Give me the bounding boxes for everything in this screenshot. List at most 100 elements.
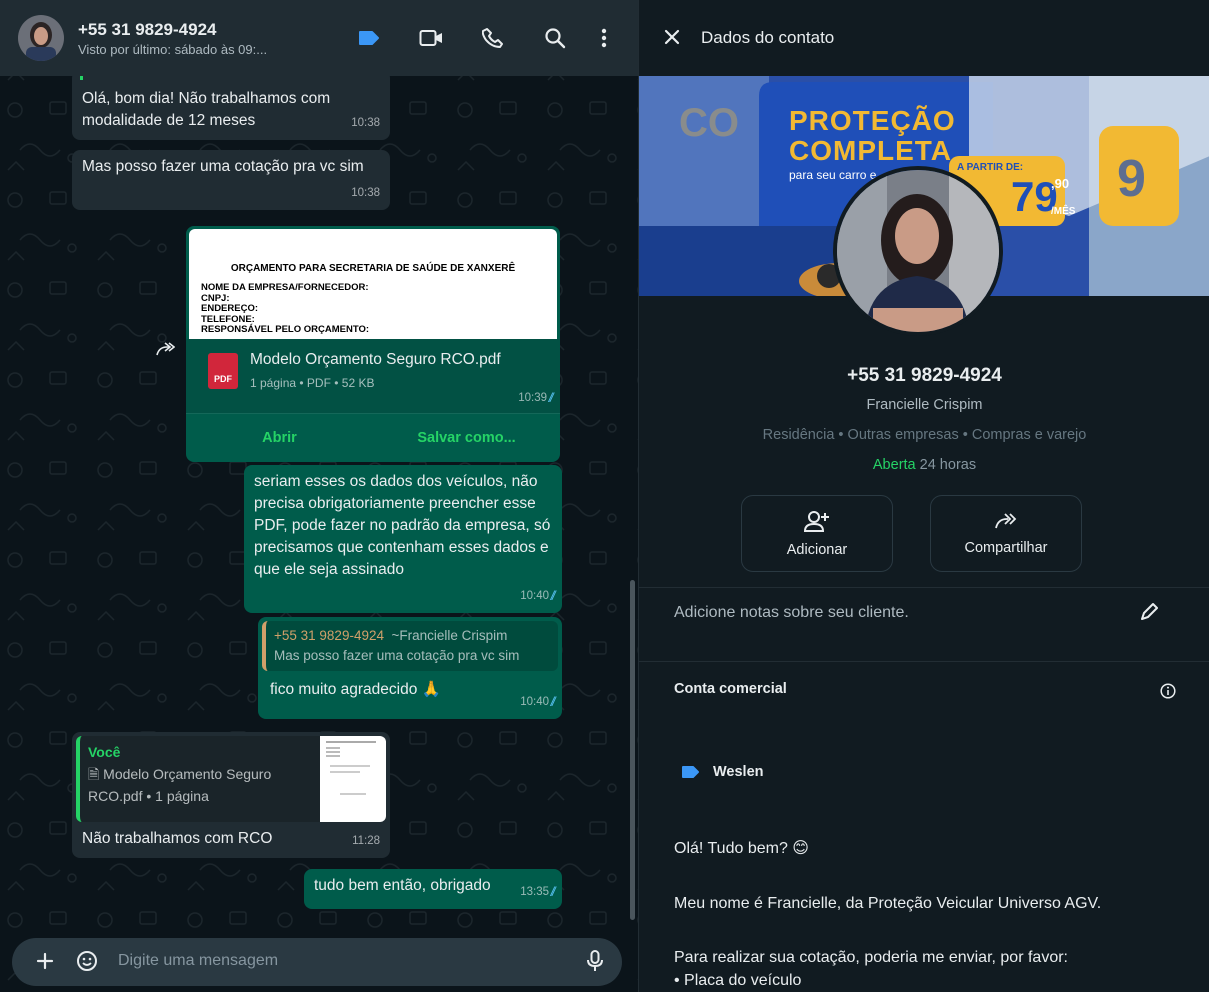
sticker-icon[interactable] [66, 940, 108, 982]
message-input[interactable]: Digite uma mensagem [114, 939, 568, 983]
open-document-button[interactable]: Abrir [186, 414, 373, 462]
document-meta: 1 página • PDF • 52 KB [250, 376, 375, 390]
business-account-label: Conta comercial [674, 681, 787, 697]
contact-phone: +55 31 9829-4924 [847, 365, 1002, 386]
message-bubble-outgoing[interactable]: tudo bem então, obrigado 13:35// [304, 869, 562, 909]
attach-plus-icon[interactable] [24, 940, 66, 982]
open-status: Aberta [872, 457, 916, 473]
message-time-wrap: 13:35// [520, 881, 557, 903]
quote-author: +55 31 9829-4924 [274, 628, 384, 643]
message-text: Mas posso fazer uma cotação pra vc sim [82, 158, 364, 175]
banner-subtitle: para seu carro e [789, 168, 877, 182]
document-info[interactable]: PDF Modelo Orçamento Seguro RCO.pdf 1 pá… [186, 339, 560, 413]
add-contact-label: Adicionar [786, 541, 848, 558]
message-text: Olá, bom dia! Não trabalhamos com modali… [82, 90, 331, 129]
hours-text: 24 horas [915, 457, 977, 473]
about-bullet: • Placa do veículo [674, 972, 802, 989]
document-name: Modelo Orçamento Seguro RCO.pdf [250, 351, 501, 368]
video-call-icon[interactable] [400, 18, 462, 58]
quote-document-thumbnail [320, 736, 386, 822]
document-actions: Abrir Salvar como... [186, 413, 560, 462]
message-time: 10:38 [351, 117, 380, 129]
message-time: 10:40 [520, 696, 549, 708]
message-bubble-outgoing[interactable]: +55 31 9829-4924 ~Francielle Crispim Mas… [258, 617, 562, 719]
notes-field[interactable]: Adicione notas sobre seu cliente. [674, 604, 909, 622]
message-time-wrap: 10:40// [520, 585, 557, 607]
document-message[interactable]: ORÇAMENTO PARA SECRETARIA DE SAÚDE DE XA… [186, 226, 560, 462]
preview-line: NOME DA EMPRESA/FORNECEDOR: [201, 282, 369, 293]
pdf-file-icon: PDF [208, 353, 238, 389]
voice-call-icon[interactable] [462, 18, 524, 58]
message-bubble-outgoing[interactable]: seriam esses os dados dos veículos, não … [244, 465, 562, 613]
message-time: 10:38 [351, 187, 380, 199]
about-request: Para realizar sua cotação, poderia me en… [674, 949, 1068, 966]
banner-badge-top: A PARTIR DE: [957, 162, 1024, 173]
message-bubble-incoming[interactable]: Você 🗎 Modelo Orçamento Seguro RCO.pdf •… [72, 732, 390, 858]
share-contact-label: Compartilhar [964, 539, 1048, 556]
message-text: fico muito agradecido 🙏 [270, 681, 441, 698]
about-intro: Meu nome é Francielle, da Proteção Veicu… [674, 895, 1102, 912]
svg-text:CO: CO [679, 101, 739, 145]
message-text: tudo bem então, obrigado [314, 877, 491, 894]
contact-label-tag[interactable]: Weslen [681, 764, 764, 780]
message-bubble-incoming[interactable]: Mas posso fazer uma cotação pra vc sim 1… [72, 150, 390, 210]
edit-pencil-icon[interactable] [1139, 602, 1159, 627]
message-time: 10:40 [520, 590, 549, 602]
menu-icon[interactable] [586, 18, 622, 58]
panel-header: Dados do contato [639, 0, 1209, 76]
chat-header: +55 31 9829-4924 Visto por último: sábad… [0, 0, 638, 76]
quoted-message[interactable]: Você 🗎 Modelo Orçamento Seguro RCO.pdf •… [76, 736, 386, 822]
message-bubble-incoming[interactable]: Olá, bom dia! Não trabalhamos com modali… [72, 70, 390, 140]
contact-real-name: Francielle Crispim [866, 397, 983, 413]
scrollbar-thumb[interactable] [630, 580, 635, 920]
contact-info[interactable]: +55 31 9829-4924 Visto por último: sábad… [78, 20, 338, 57]
share-icon [995, 512, 1017, 528]
message-time: 10:39 [518, 391, 547, 404]
business-hours[interactable]: Aberta 24 horas [639, 457, 1209, 473]
document-preview[interactable]: ORÇAMENTO PARA SECRETARIA DE SAÚDE DE XA… [189, 229, 557, 339]
divider [639, 661, 1209, 662]
label-name: Weslen [713, 764, 764, 780]
document-small-icon: 🗎 [88, 766, 104, 782]
profile-photo[interactable] [833, 166, 1003, 336]
message-time: 13:35 [520, 886, 549, 898]
save-as-button[interactable]: Salvar como... [373, 414, 560, 462]
contact-avatar[interactable] [18, 15, 64, 61]
quote-text: Mas posso fazer uma cotação pra vc sim [274, 648, 520, 663]
search-icon[interactable] [524, 18, 586, 58]
share-contact-button[interactable]: Compartilhar [930, 495, 1082, 572]
message-text: seriam esses os dados dos veículos, não … [254, 473, 551, 578]
preview-line: RESPONSÁVEL PELO ORÇAMENTO: [201, 324, 370, 335]
forward-icon[interactable] [148, 332, 182, 366]
add-user-icon [804, 510, 829, 532]
close-icon[interactable] [663, 28, 683, 48]
last-seen: Visto por último: sábado às 09:... [78, 41, 268, 57]
message-time-wrap: 10:39// [518, 390, 555, 405]
business-categories: Residência • Outras empresas • Compras e… [762, 427, 1087, 443]
svg-text:9: 9 [1117, 150, 1146, 208]
preview-lines: NOME DA EMPRESA/FORNECEDOR: CNPJ: ENDERE… [201, 282, 370, 336]
message-text: Não trabalhamos com RCO [82, 830, 273, 847]
preview-line: ENDEREÇO: [201, 303, 259, 314]
composer: Digite uma mensagem [0, 930, 638, 992]
about-greeting: Olá! Tudo bem? 😊 [674, 840, 809, 857]
banner-line: PROTEÇÃO [789, 105, 956, 136]
message-time: 11:28 [352, 835, 380, 847]
panel-title: Dados do contato [701, 28, 835, 47]
message-time-wrap: 10:40// [520, 691, 557, 713]
quote-text: Modelo Orçamento Seguro RCO.pdf • 1 pági… [88, 766, 272, 804]
info-icon[interactable] [1160, 683, 1176, 704]
chat-pane: +55 31 9829-4924 Visto por último: sábad… [0, 0, 638, 992]
microphone-icon[interactable] [574, 940, 616, 982]
message-list: Olá, bom dia! Não trabalhamos com modali… [0, 70, 626, 929]
label-icon [682, 766, 699, 778]
add-contact-button[interactable]: Adicionar [741, 495, 893, 572]
preview-title: ORÇAMENTO PARA SECRETARIA DE SAÚDE DE XA… [230, 263, 516, 274]
banner-line: COMPLETA [789, 135, 953, 166]
banner-badge-unit: /MÊS [1051, 206, 1076, 217]
quote-contact-name: ~Francielle Crispim [391, 628, 508, 643]
banner-badge-cents: ,90 [1051, 176, 1070, 191]
divider [639, 587, 1209, 588]
quoted-message[interactable]: +55 31 9829-4924 ~Francielle Crispim Mas… [262, 621, 558, 671]
label-icon[interactable] [338, 18, 400, 58]
